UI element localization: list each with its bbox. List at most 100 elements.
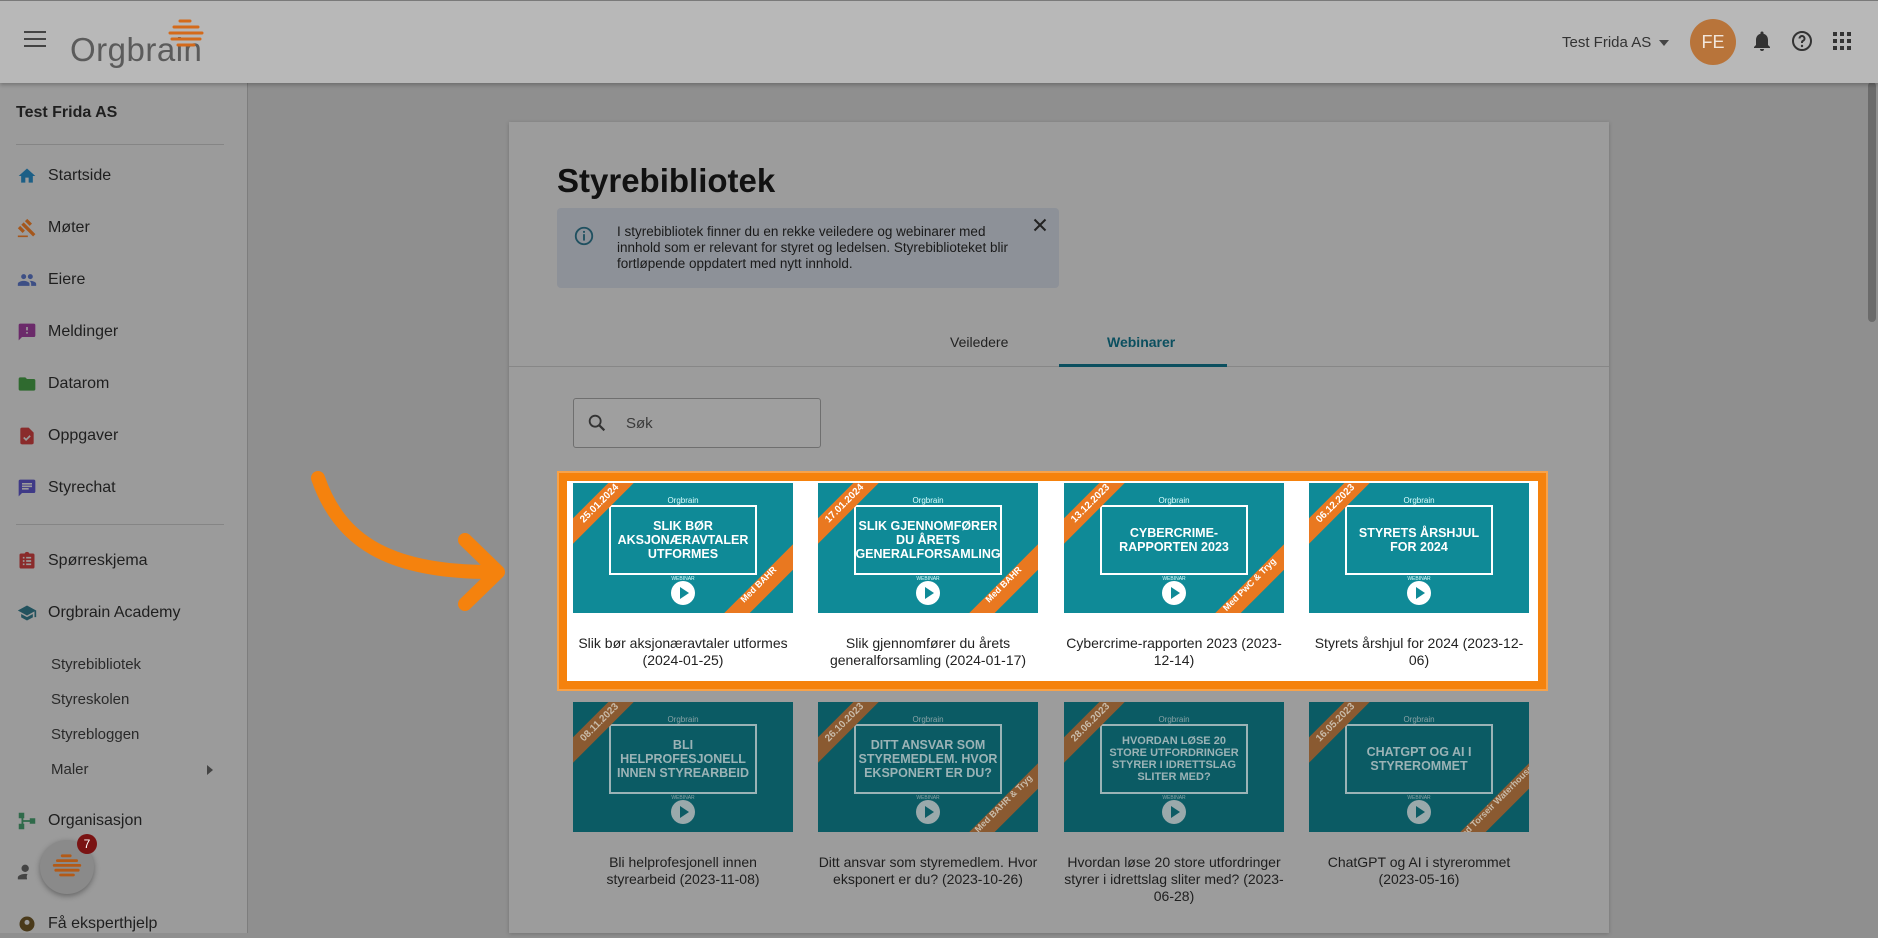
play-icon[interactable] (1407, 581, 1431, 605)
webinar-title[interactable]: Cybercrime-rapporten 2023 (2023-12-14) (1064, 635, 1284, 669)
play-icon[interactable] (1407, 800, 1431, 824)
thumb-frame: ChatGPT og AI i styrerommet (1345, 724, 1493, 794)
webinar-title[interactable]: Slik bør aksjonæravtaler utformes (2024-… (573, 635, 793, 669)
home-icon (16, 165, 38, 187)
thumb-title: Ditt ansvar som styremedlem. Hvor ekspon… (858, 738, 998, 780)
notification-badge: 7 (77, 834, 97, 854)
thumb-title: Bli helprofesjonell innen styrearbeid (617, 738, 749, 780)
sidebar-item-eiere[interactable]: Eiere (16, 266, 85, 294)
play-icon[interactable] (916, 581, 940, 605)
thumb-title: Cybercrime-rapporten 2023 (1119, 526, 1229, 554)
sidebar-item-label: Startside (48, 167, 112, 184)
avatar[interactable]: FE (1690, 19, 1736, 65)
thumb-frame: Slik bør aksjonæravtaler utformes (609, 505, 757, 575)
apps-grid-icon[interactable] (1830, 29, 1854, 53)
sidebar-item-label: Styrechat (48, 479, 116, 496)
sidebar-item-sporreskjema[interactable]: Spørreskjema (16, 547, 148, 575)
search-icon (588, 414, 606, 432)
webinar-thumbnail[interactable]: Orgbrain Bli helprofesjonell innen styre… (573, 702, 793, 832)
play-icon[interactable] (671, 581, 695, 605)
org-selector[interactable]: Test Frida AS (1562, 34, 1670, 51)
webinar-thumbnail[interactable]: Orgbrain Slik gjennomfører du årets gene… (818, 483, 1038, 613)
webinar-thumbnail[interactable]: Orgbrain Cybercrime-rapporten 2023 WEBIN… (1064, 483, 1284, 613)
webinar-thumbnail[interactable]: Orgbrain Hvordan løse 20 store utfordrin… (1064, 702, 1284, 832)
thumb-title: Hvordan løse 20 store utfordringer styre… (1109, 735, 1239, 783)
webinar-title[interactable]: Bli helprofesjonell innen styrearbeid (2… (573, 854, 793, 888)
sidebar-item-label: Spørreskjema (48, 552, 148, 569)
thumb-frame: Slik gjennomfører du årets generalforsam… (854, 505, 1002, 575)
sidebar-org-name: Test Frida AS (16, 104, 118, 121)
sidebar-item-orgbrain-academy[interactable]: Orgbrain Academy (16, 599, 181, 627)
scrollbar[interactable] (1866, 82, 1878, 933)
play-icon[interactable] (1162, 581, 1186, 605)
thumb-frame: Ditt ansvar som styremedlem. Hvor ekspon… (854, 724, 1002, 794)
page-title: Styrebibliotek (557, 162, 776, 199)
divider (16, 524, 224, 525)
thumb-frame: Cybercrime-rapporten 2023 (1100, 505, 1248, 575)
pointer-arrow-icon (311, 471, 505, 611)
sidebar-sub-styrebloggen[interactable]: Styrebloggen (51, 726, 139, 743)
webinar-title[interactable]: Ditt ansvar som styremedlem. Hvor ekspon… (818, 854, 1038, 888)
play-icon[interactable] (916, 800, 940, 824)
people-icon (16, 269, 38, 291)
webinar-thumbnail[interactable]: Orgbrain ChatGPT og AI i styrerommet WEB… (1309, 702, 1529, 832)
org-selector-label: Test Frida AS (1562, 34, 1652, 51)
sidebar-item-moter[interactable]: Møter (16, 214, 90, 242)
expert-icon (16, 913, 38, 935)
search-input[interactable] (624, 411, 808, 435)
top-bar: Orgbrain Test Frida AS FE (0, 0, 1878, 83)
menu-icon[interactable] (24, 31, 46, 49)
search-box[interactable] (573, 398, 821, 448)
sidebar-item-eksperthjelp[interactable]: Få eksperthjelp (16, 910, 157, 938)
sidebar-item-datarom[interactable]: Datarom (16, 370, 109, 398)
thumb-frame: Hvordan løse 20 store utfordringer styre… (1100, 724, 1248, 794)
orgbrain-logo[interactable]: Orgbrain (70, 19, 210, 69)
survey-icon (16, 550, 38, 572)
sidebar-item-label: Få eksperthjelp (48, 915, 158, 932)
thumb-title: Styrets årshjul for 2024 (1358, 526, 1480, 554)
brain-logo-icon (168, 19, 204, 47)
chevron-right-icon[interactable] (207, 765, 213, 775)
webinar-title[interactable]: ChatGPT og AI i styrerommet (2023-05-16) (1309, 854, 1529, 888)
info-banner: I styrebibliotek finner du en rekke veil… (557, 208, 1059, 288)
webinar-thumbnail[interactable]: Orgbrain Ditt ansvar som styremedlem. Hv… (818, 702, 1038, 832)
tab-veiledere[interactable]: Veiledere (950, 334, 1008, 350)
thumb-title: ChatGPT og AI i styrerommet (1366, 745, 1472, 773)
sidebar-item-organisasjon[interactable]: Organisasjon (16, 807, 142, 835)
divider (16, 144, 224, 145)
sidebar-sub-maler[interactable]: Maler (51, 761, 89, 778)
tab-webinarer[interactable]: Webinarer (1107, 334, 1175, 350)
folder-icon (16, 373, 38, 395)
info-text: I styrebibliotek finner du en rekke veil… (617, 224, 1008, 271)
sidebar-item-startside[interactable]: Startside (16, 162, 111, 190)
sidebar-item-oppgaver[interactable]: Oppgaver (16, 422, 118, 450)
webinar-title[interactable]: Slik gjennomfører du årets generalforsam… (818, 635, 1038, 669)
play-icon[interactable] (671, 800, 695, 824)
webinar-thumbnail[interactable]: Orgbrain Styrets årshjul for 2024 WEBINA… (1309, 483, 1529, 613)
sidebar-item-styrechat[interactable]: Styrechat (16, 474, 116, 502)
active-tab-indicator (1059, 364, 1227, 367)
sidebar-item-meldinger[interactable]: Meldinger (16, 318, 118, 346)
user-settings-icon (16, 861, 38, 883)
chat-icon (16, 477, 38, 499)
sidebar-item-label: Meldinger (48, 323, 119, 340)
sidebar-sub-styreskolen[interactable]: Styreskolen (51, 691, 129, 708)
task-icon (16, 425, 38, 447)
sidebar-item-label: Eiere (48, 271, 86, 288)
play-icon[interactable] (1162, 800, 1186, 824)
school-icon (16, 602, 38, 624)
webinar-title[interactable]: Hvordan løse 20 store utfordringer styre… (1064, 854, 1284, 905)
info-icon (574, 226, 594, 246)
bell-icon[interactable] (1750, 29, 1774, 53)
sidebar-item-label: Organisasjon (48, 812, 143, 829)
webinar-title[interactable]: Styrets årshjul for 2024 (2023-12-06) (1309, 635, 1529, 669)
sidebar-item-label: Møter (48, 219, 90, 236)
close-icon[interactable] (1029, 214, 1051, 236)
scrollbar-thumb[interactable] (1868, 82, 1876, 322)
sidebar-sub-styrebibliotek[interactable]: Styrebibliotek (51, 656, 141, 673)
message-alert-icon (16, 321, 38, 343)
webinar-thumbnail[interactable]: Orgbrain Slik bør aksjonæravtaler utform… (573, 483, 793, 613)
sidebar-item-label: Oppgaver (48, 427, 119, 444)
help-icon[interactable] (1790, 29, 1814, 53)
sidebar-item-label: Orgbrain Academy (48, 604, 181, 621)
